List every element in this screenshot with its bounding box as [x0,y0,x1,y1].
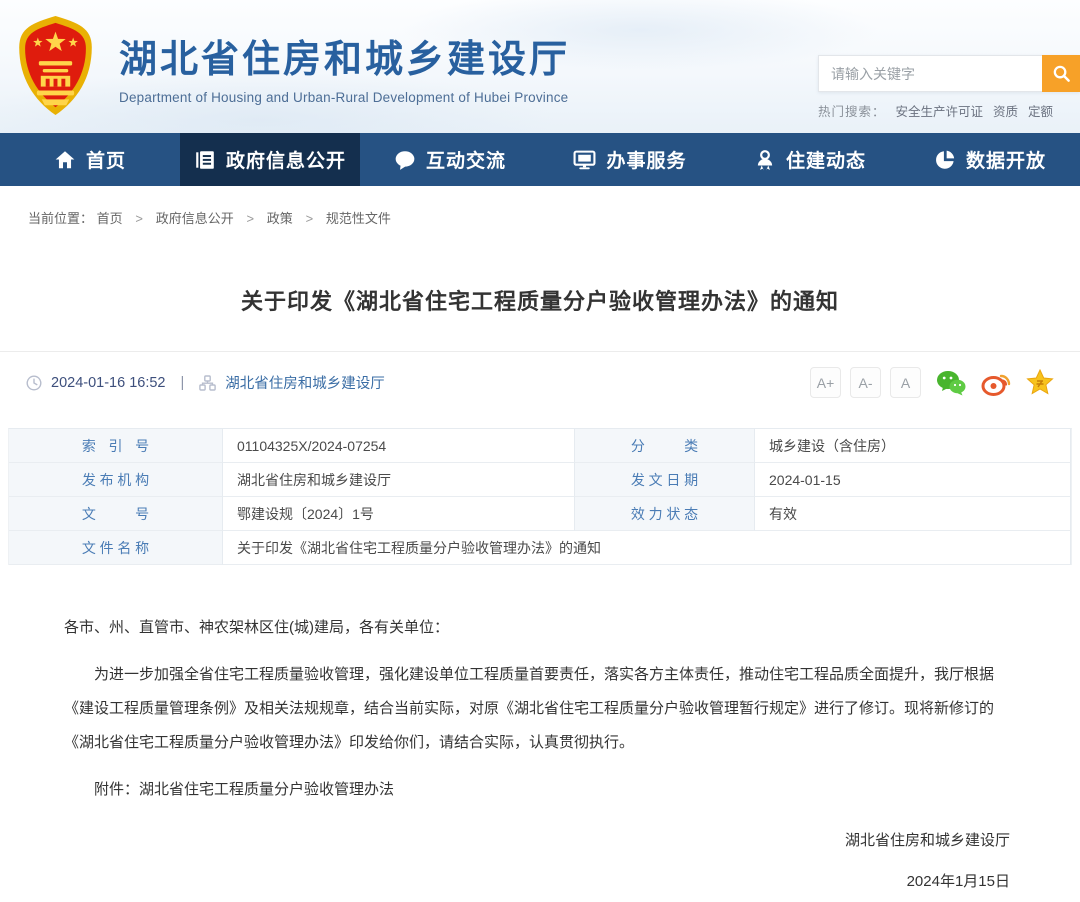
font-increase-button[interactable]: A+ [810,367,841,398]
meta-label-issuing-org: 发布机构 [9,463,223,497]
breadcrumb-separator: > [246,212,255,227]
search-icon [1053,65,1070,82]
nav-item-label: 住建动态 [785,151,866,172]
document-icon [196,150,214,169]
nav-item-label: 政府信息公开 [225,151,346,172]
site-title: 湖北省住房和城乡建设厅 [119,38,571,81]
font-decrease-button[interactable]: A- [850,367,881,398]
nav-item-label: 首页 [85,151,126,172]
breadcrumb-label: 当前位置： [28,211,94,226]
org-sitemap-icon [199,374,217,391]
source-link[interactable]: 湖北省住房和城乡建设厅 [225,372,385,393]
search-area: 热门搜索： 安全生产许可证资质定额 [818,55,1080,120]
nav-item-label: 互动交流 [425,151,506,172]
publish-time: 2024-01-16 16:52 [51,374,166,391]
breadcrumb-separator: > [305,212,314,227]
page-title: 关于印发《湖北省住宅工程质量分户验收管理办法》的通知 [240,289,839,314]
nav-item-interaction[interactable]: 互动交流 [360,133,540,186]
meta-label-doc-title: 文件名称 [9,531,223,565]
nav-item-services[interactable]: 办事服务 [540,133,720,186]
meta-value-validity: 有效 [755,497,1071,531]
salutation-line: 各市、州、直管市、神农架林区住(城)建局，各有关单位： [64,619,449,636]
monitor-icon [574,150,596,169]
meta-label-issue-date: 发文日期 [575,463,755,497]
meta-value-issuing-org: 湖北省住房和城乡建设厅 [223,463,575,497]
search-button[interactable] [1042,55,1080,92]
hot-search-keyword[interactable]: 安全生产许可证 [896,105,984,119]
main-nav: 首页 政府信息公开 互动交流 办事服务 住建动态 数据开放 [0,133,1080,186]
article: 关于印发《湖北省住宅工程质量分户验收管理办法》的通知 2024-01-16 16… [0,284,1080,902]
breadcrumb-separator: > [135,212,144,227]
wechat-icon [937,370,966,395]
home-icon [55,150,75,168]
hot-search-keyword[interactable]: 定额 [1028,105,1053,119]
favorite-star-icon [1026,369,1054,395]
national-emblem-logo [19,15,92,116]
nav-item-open-data[interactable]: 数据开放 [900,133,1080,186]
share-wechat-button[interactable] [936,370,966,396]
meta-value-doc-number: 鄂建设规〔2024〕1号 [223,497,575,531]
nav-item-news[interactable]: 住建动态 [720,133,900,186]
weibo-icon [981,374,1011,396]
nav-item-home[interactable]: 首页 [0,133,180,186]
hot-search-bar: 热门搜索： 安全生产许可证 资质 定额 [818,101,1080,120]
meta-value-doc-title: 关于印发《湖北省住宅工程质量分户验收管理办法》的通知 [223,531,1071,565]
breadcrumb: 当前位置： 首页 > 政府信息公开 > 政策 > 规范性文件 [0,186,1080,227]
favorite-star-button[interactable] [1026,369,1054,396]
meta-label-validity: 效力状态 [575,497,755,531]
attachment-line: 附件：湖北省住宅工程质量分户验收管理办法 [94,781,395,798]
info-divider: | [180,374,185,391]
hot-search-keyword[interactable]: 资质 [993,105,1018,119]
breadcrumb-item-gov-info[interactable]: 政府信息公开 [156,211,234,226]
meta-value-category: 城乡建设（含住房） [755,429,1071,463]
brand: 湖北省住房和城乡建设厅 Department of Housing and Ur… [16,15,570,117]
site-subtitle-en: Department of Housing and Urban-Rural De… [119,89,569,105]
article-info-bar: 2024-01-16 16:52 | 湖北省住房和城乡建设厅 A+ A- A [0,351,1080,413]
document-body: 各市、州、直管市、神农架林区住(城)建局，各有关单位： 为进一步加强全省住宅工程… [64,611,1016,807]
meta-label-doc-number: 文号 [9,497,223,531]
meta-value-index-no: 01104325X/2024-07254 [223,429,575,463]
pie-chart-icon [936,150,955,169]
body-paragraph: 为进一步加强全省住宅工程质量验收管理，强化建设单位工程质量首要责任，落实各方主体… [64,666,995,751]
meta-label-category: 分类 [575,429,755,463]
site-header: 湖北省住房和城乡建设厅 Department of Housing and Ur… [0,0,1080,133]
document-meta-table: 索引号 01104325X/2024-07254 分类 城乡建设（含住房） 发布… [8,428,1072,565]
breadcrumb-item-policy[interactable]: 政策 [267,211,293,226]
meta-value-issue-date: 2024-01-15 [755,463,1071,497]
nav-item-label: 数据开放 [965,151,1046,172]
font-reset-button[interactable]: A [890,367,921,398]
breadcrumb-item-home[interactable]: 首页 [97,211,123,226]
medal-person-icon [757,149,773,170]
signature-org: 湖北省住房和城乡建设厅 [844,832,1010,849]
share-weibo-button[interactable] [981,370,1011,396]
chat-bubble-icon [395,150,415,170]
hot-search-label: 热门搜索： [818,105,886,119]
signature-block: 湖北省住房和城乡建设厅 2024年1月15日 [0,820,1010,902]
breadcrumb-item-normative-docs[interactable]: 规范性文件 [326,211,391,226]
nav-item-gov-info[interactable]: 政府信息公开 [180,133,360,186]
meta-label-index-no: 索引号 [9,429,223,463]
search-input[interactable] [818,55,1042,92]
nav-item-label: 办事服务 [606,151,687,172]
clock-icon [26,374,42,391]
